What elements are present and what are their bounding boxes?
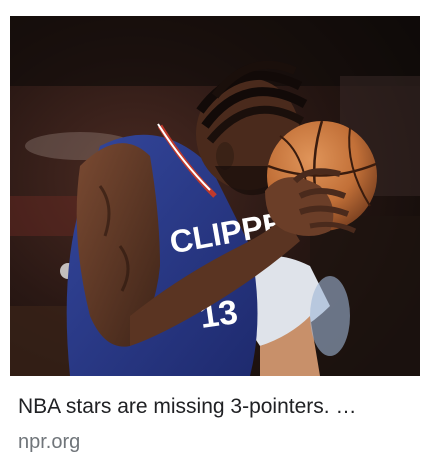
result-thumbnail[interactable]: CLIPPERS 13 (10, 16, 420, 376)
basketball-player-photo: CLIPPERS 13 (10, 16, 420, 376)
result-title[interactable]: NBA stars are missing 3-pointers. … (18, 394, 428, 420)
image-result-card[interactable]: CLIPPERS 13 NBA stars are missing 3-poin… (0, 0, 440, 453)
result-source[interactable]: npr.org (18, 430, 80, 454)
